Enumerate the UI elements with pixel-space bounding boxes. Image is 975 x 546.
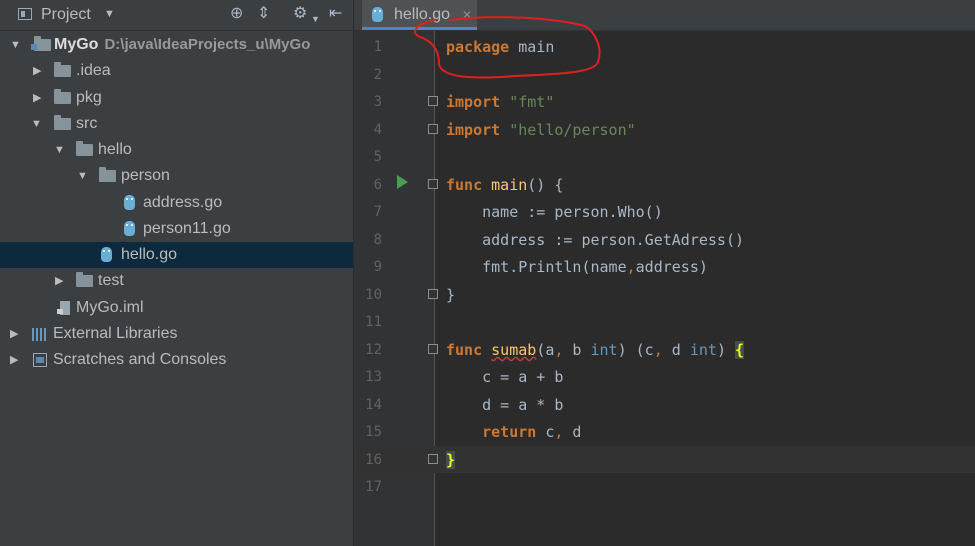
collapsed-arrow-icon[interactable]: ▶ (33, 85, 41, 111)
code-line[interactable]: func sumab(a, b int) (c, d int) { (446, 337, 745, 364)
project-panel-header: Project ▼ ⊕ ⇕ ⚙ ▼ ⇤ (0, 0, 353, 31)
fold-icon[interactable] (428, 289, 438, 299)
tree-item-label: src (76, 115, 98, 132)
project-panel: Project ▼ ⊕ ⇕ ⚙ ▼ ⇤ ▼ MyGo D:\java\IdeaPr… (0, 0, 354, 546)
tree-item-src[interactable]: ▼ src (0, 111, 353, 137)
line-number: 9 (373, 259, 382, 275)
code-line[interactable]: func main() { (446, 172, 563, 199)
tree-item-label: pkg (76, 89, 102, 106)
code-line[interactable]: d = a * b (446, 392, 563, 419)
run-icon[interactable] (397, 175, 408, 189)
collapsed-arrow-icon[interactable]: ▶ (10, 347, 18, 373)
line-number: 5 (373, 149, 382, 165)
tree-item-address-go[interactable]: address.go (0, 190, 353, 216)
module-folder-icon (31, 36, 51, 51)
tree-item-hello-go[interactable]: hello.go (0, 242, 353, 268)
line-number: 3 (373, 94, 382, 110)
line-number: 10 (365, 287, 382, 303)
line-number: 2 (373, 67, 382, 83)
hide-panel-icon[interactable]: ⇤ (329, 5, 342, 23)
tree-item-external-libraries[interactable]: ▶ External Libraries (0, 321, 353, 347)
tree-item-person11-go[interactable]: person11.go (0, 216, 353, 242)
line-number: 7 (373, 204, 382, 220)
code-line[interactable]: fmt.Println(name,address) (446, 254, 708, 281)
tree-item-label: Scratches and Consoles (53, 351, 227, 368)
tree-item-pkg[interactable]: ▶ pkg (0, 85, 353, 111)
folder-icon (54, 89, 71, 104)
line-number: 12 (365, 342, 382, 358)
line-number: 6 (373, 177, 382, 193)
tree-item-label: hello.go (121, 246, 178, 263)
tree-item-label: .idea (76, 62, 111, 79)
tree-item-mygo[interactable]: ▼ MyGo D:\java\IdeaProjects_u\MyGo (0, 32, 353, 58)
code-line[interactable]: import "hello/person" (446, 117, 636, 144)
code-line[interactable]: } (446, 282, 455, 309)
line-number: 13 (365, 369, 382, 385)
code-line[interactable]: } (446, 447, 456, 474)
code-line[interactable]: name := person.Who() (446, 199, 663, 226)
line-number: 14 (365, 397, 382, 413)
line-number: 4 (373, 122, 382, 138)
line-number: 15 (365, 424, 382, 440)
expanded-arrow-icon[interactable]: ▼ (77, 163, 88, 189)
code-line[interactable]: c = a + b (446, 364, 563, 391)
scratches-icon (33, 353, 47, 367)
line-number: 16 (365, 452, 382, 468)
tree-item-label: hello (98, 141, 132, 158)
line-number: 8 (373, 232, 382, 248)
fold-icon[interactable] (428, 179, 438, 189)
tree-item-mygo-iml[interactable]: MyGo.iml (0, 295, 353, 321)
line-number: 17 (365, 479, 382, 495)
tree-item-label: External Libraries (53, 325, 178, 342)
code-line[interactable]: address := person.GetAdress() (446, 227, 744, 254)
folder-icon (99, 167, 116, 182)
expanded-arrow-icon[interactable]: ▼ (10, 32, 21, 58)
folder-icon (54, 115, 71, 130)
code-line[interactable]: import "fmt" (446, 89, 554, 116)
fold-icon[interactable] (428, 454, 438, 464)
code-line[interactable]: return c, d (446, 419, 581, 446)
tree-item-label: person (121, 167, 170, 184)
folder-icon (76, 141, 93, 156)
locate-icon[interactable]: ⊕ (230, 5, 243, 23)
folder-icon (76, 272, 93, 287)
collapsed-arrow-icon[interactable]: ▶ (55, 268, 63, 294)
tree-item-idea[interactable]: ▶ .idea (0, 58, 353, 84)
expanded-arrow-icon[interactable]: ▼ (54, 137, 65, 163)
module-path: D:\java\IdeaProjects_u\MyGo (104, 36, 311, 53)
chevron-down-icon[interactable]: ▼ (104, 8, 115, 20)
gear-dropdown-icon[interactable]: ▼ (311, 10, 320, 28)
library-icon (32, 328, 48, 341)
collapsed-arrow-icon[interactable]: ▶ (33, 58, 41, 84)
iml-file-icon (57, 301, 70, 315)
collapsed-arrow-icon[interactable]: ▶ (10, 321, 18, 347)
tree-item-scratches[interactable]: ▶ Scratches and Consoles (0, 347, 353, 373)
tree-item-label: address.go (143, 194, 223, 211)
tree-item-label: MyGo (54, 36, 99, 53)
line-number: 1 (373, 39, 382, 55)
collapse-all-icon[interactable]: ⇕ (257, 5, 270, 23)
go-file-icon (124, 195, 135, 210)
tree-item-person[interactable]: ▼ person (0, 163, 353, 189)
tree-item-label: MyGo.iml (76, 299, 144, 316)
tree-item-hello[interactable]: ▼ hello (0, 137, 353, 163)
tree-item-test[interactable]: ▶ test (0, 268, 353, 294)
fold-icon[interactable] (428, 344, 438, 354)
fold-icon[interactable] (428, 124, 438, 134)
panel-title[interactable]: Project (41, 6, 91, 24)
project-view-icon (18, 8, 32, 20)
fold-icon[interactable] (428, 96, 438, 106)
gear-icon[interactable]: ⚙ (293, 5, 307, 23)
line-number: 11 (365, 314, 382, 330)
folder-icon (54, 62, 71, 77)
tree-item-label: person11.go (143, 220, 231, 237)
tree-item-label: test (98, 272, 124, 289)
go-file-icon (101, 247, 112, 262)
red-annotation-circle (413, 16, 601, 79)
expanded-arrow-icon[interactable]: ▼ (31, 111, 42, 137)
go-file-icon (124, 221, 135, 236)
go-file-icon (372, 7, 383, 22)
